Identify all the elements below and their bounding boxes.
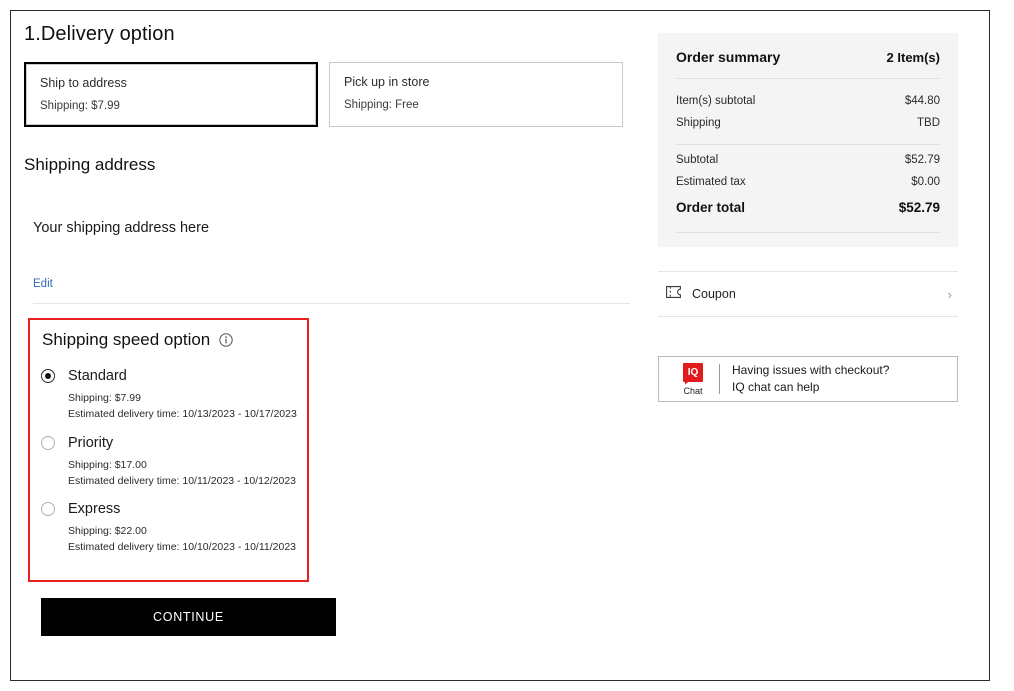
coupon-label: Coupon	[692, 287, 948, 301]
shipping-address-value: Your shipping address here	[33, 220, 644, 236]
shipping-speed-option-express[interactable]: Express Shipping: $22.00 Estimated deliv…	[41, 501, 297, 556]
iq-chat-icon: IQ	[683, 363, 703, 382]
summary-row-shipping: Shipping TBD	[676, 112, 940, 134]
option-details: Shipping: $7.99 Estimated delivery time:…	[68, 390, 297, 423]
order-summary-rows: Item(s) subtotal $44.80 Shipping TBD Sub…	[676, 79, 940, 233]
checkout-page-frame: 1.Delivery option Ship to address Shippi…	[10, 10, 990, 681]
chat-line-1: Having issues with checkout?	[732, 362, 889, 379]
delivery-option-shipping: Shipping: $7.99	[40, 100, 302, 112]
delivery-option-ship-to-address[interactable]: Ship to address Shipping: $7.99	[24, 62, 318, 127]
option-label: Express	[68, 501, 120, 517]
option-main-row[interactable]: Standard	[41, 368, 297, 384]
row-label: Shipping	[676, 117, 721, 129]
delivery-option-title: Pick up in store	[344, 75, 608, 89]
option-main-row[interactable]: Priority	[41, 435, 297, 451]
option-delivery-estimate: Estimated delivery time: 10/10/2023 - 10…	[68, 539, 297, 555]
shipping-speed-heading: Shipping speed option	[42, 330, 210, 350]
shipping-speed-option-panel: Shipping speed option Standard Shipping:	[28, 318, 309, 582]
chevron-right-icon: ›	[948, 287, 952, 302]
row-label: Estimated tax	[676, 176, 746, 188]
summary-row-order-total: Order total $52.79	[676, 193, 940, 220]
row-value: $0.00	[911, 176, 940, 188]
row-label: Subtotal	[676, 154, 718, 166]
info-circle-icon[interactable]	[219, 333, 233, 347]
chat-message: Having issues with checkout? IQ chat can…	[732, 362, 889, 397]
row-label: Item(s) subtotal	[676, 95, 755, 107]
summary-divider	[676, 144, 940, 145]
iq-chat-caption: Chat	[669, 386, 717, 396]
summary-row-estimated-tax: Estimated tax $0.00	[676, 171, 940, 193]
delivery-option-shipping: Shipping: Free	[344, 99, 608, 111]
order-summary-header: Order summary 2 Item(s)	[676, 49, 940, 79]
shipping-address-heading: Shipping address	[24, 155, 644, 175]
chat-line-2: IQ chat can help	[732, 379, 889, 396]
option-shipping-cost: Shipping: $17.00	[68, 457, 297, 473]
option-details: Shipping: $22.00 Estimated delivery time…	[68, 523, 297, 556]
delivery-option-pick-up-in-store[interactable]: Pick up in store Shipping: Free	[329, 62, 623, 127]
ticket-icon	[666, 285, 681, 303]
option-main-row[interactable]: Express	[41, 501, 297, 517]
radio-priority[interactable]	[41, 436, 55, 450]
shipping-speed-option-standard[interactable]: Standard Shipping: $7.99 Estimated deliv…	[41, 368, 297, 423]
shipping-speed-header: Shipping speed option	[42, 330, 297, 350]
delivery-option-title: Ship to address	[40, 76, 302, 90]
delivery-section: 1.Delivery option Ship to address Shippi…	[24, 23, 644, 636]
edit-address-link[interactable]: Edit	[33, 278, 53, 290]
chat-separator	[719, 364, 720, 394]
coupon-bottom-rule	[658, 316, 958, 317]
option-shipping-cost: Shipping: $7.99	[68, 390, 297, 406]
row-label: Order total	[676, 200, 745, 215]
coupon-row[interactable]: Coupon ›	[658, 272, 958, 316]
order-summary-item-count: 2 Item(s)	[887, 50, 940, 65]
summary-bottom-rule	[676, 232, 940, 233]
row-value: $52.79	[905, 154, 940, 166]
order-summary-column: Order summary 2 Item(s) Item(s) subtotal…	[658, 33, 958, 402]
page-title: 1.Delivery option	[24, 23, 644, 46]
row-value: TBD	[917, 117, 940, 129]
delivery-option-cards: Ship to address Shipping: $7.99 Pick up …	[24, 62, 644, 127]
summary-row-subtotal: Subtotal $52.79	[676, 149, 940, 171]
option-delivery-estimate: Estimated delivery time: 10/13/2023 - 10…	[68, 406, 297, 422]
option-delivery-estimate: Estimated delivery time: 10/11/2023 - 10…	[68, 473, 297, 489]
row-value: $44.80	[905, 95, 940, 107]
section-divider	[33, 303, 630, 304]
order-summary-panel: Order summary 2 Item(s) Item(s) subtotal…	[658, 33, 958, 247]
row-value: $52.79	[899, 200, 940, 215]
iq-chat-card[interactable]: IQ Chat Having issues with checkout? IQ …	[658, 356, 958, 402]
option-label: Priority	[68, 435, 113, 451]
coupon-section: Coupon ›	[658, 271, 958, 317]
order-summary-title: Order summary	[676, 49, 780, 65]
shipping-speed-option-priority[interactable]: Priority Shipping: $17.00 Estimated deli…	[41, 435, 297, 490]
option-details: Shipping: $17.00 Estimated delivery time…	[68, 457, 297, 490]
continue-button[interactable]: CONTINUE	[41, 598, 336, 636]
summary-row-items-subtotal: Item(s) subtotal $44.80	[676, 90, 940, 112]
option-label: Standard	[68, 368, 127, 384]
iq-logo-block: IQ Chat	[669, 363, 717, 396]
radio-standard[interactable]	[41, 369, 55, 383]
option-shipping-cost: Shipping: $22.00	[68, 523, 297, 539]
radio-express[interactable]	[41, 502, 55, 516]
